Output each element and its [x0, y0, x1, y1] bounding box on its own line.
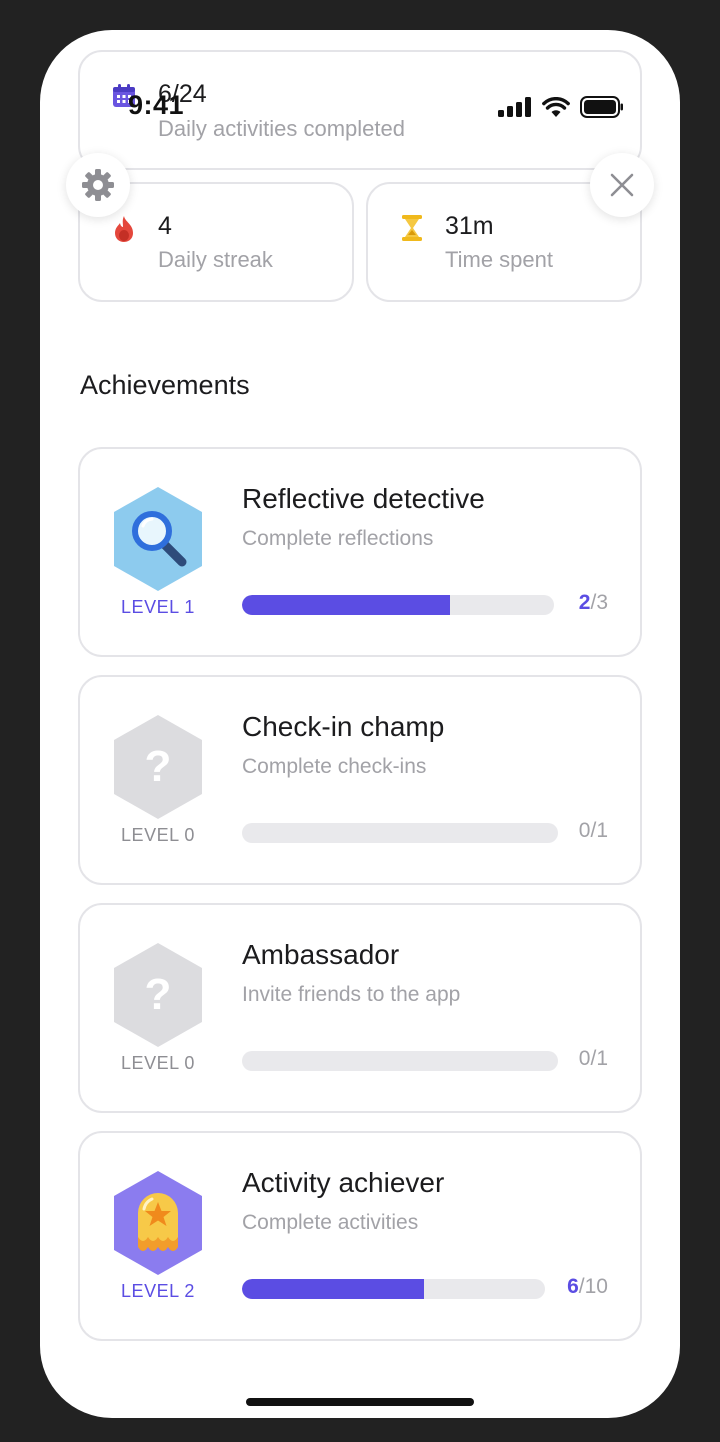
achievement-progress-fill	[242, 1279, 424, 1299]
hourglass-icon	[402, 215, 422, 241]
locked-badge-icon: ?	[114, 715, 202, 819]
settings-button[interactable]	[66, 153, 130, 217]
achievement-count-current: 0	[578, 1047, 591, 1070]
star-medal-badge-icon	[114, 1171, 202, 1275]
daily-activities-label: Daily activities completed	[158, 116, 405, 141]
daily-streak-value: 4	[158, 212, 172, 240]
achievement-progress-bar	[242, 1051, 558, 1071]
close-icon	[610, 173, 634, 197]
achievement-title: Check-in champ	[242, 711, 445, 742]
fire-icon	[115, 216, 133, 242]
battery-icon	[580, 96, 623, 118]
achievement-count-total: /1	[590, 1047, 608, 1070]
gear-icon	[82, 169, 114, 201]
wifi-icon	[542, 97, 570, 117]
achievement-subtitle: Invite friends to the app	[242, 983, 461, 1006]
achievement-progress-bar	[242, 1279, 545, 1299]
achievement-card[interactable]: LEVEL 1 Reflective detective Complete re…	[78, 447, 642, 657]
time-spent-label: Time spent	[445, 247, 554, 272]
close-button[interactable]	[590, 153, 654, 217]
achievement-count-current: 2	[578, 591, 591, 614]
cellular-signal-icon	[498, 97, 531, 117]
achievement-progress-bar	[242, 595, 554, 615]
achievement-level: LEVEL 1	[121, 597, 195, 617]
svg-text:?: ?	[145, 970, 172, 1019]
achievement-count-current: 0	[578, 819, 591, 842]
achievement-progress-bar	[242, 823, 558, 843]
achievement-title: Ambassador	[242, 939, 400, 970]
status-time: 9:41	[128, 90, 185, 120]
achievement-title: Reflective detective	[242, 483, 485, 514]
svg-text:?: ?	[145, 742, 172, 791]
achievements-heading: Achievements	[80, 370, 250, 400]
daily-streak-label: Daily streak	[158, 247, 273, 272]
achievement-title: Activity achiever	[242, 1167, 445, 1198]
time-spent-value: 31m	[445, 212, 494, 240]
status-icons	[498, 96, 624, 118]
achievement-level: LEVEL 2	[121, 1281, 195, 1301]
achievement-count: 0/1	[579, 819, 608, 843]
locked-badge-icon: ?	[114, 943, 202, 1047]
achievement-subtitle: Complete reflections	[242, 527, 434, 550]
achievement-level: LEVEL 0	[121, 1053, 195, 1073]
achievement-count-total: /1	[590, 819, 608, 842]
phone-screen: 6/24 Daily activities completed 9:41 4 D…	[40, 30, 680, 1418]
achievement-subtitle: Complete activities	[242, 1211, 419, 1234]
achievement-subtitle: Complete check-ins	[242, 755, 427, 778]
magnifier-badge-icon	[114, 487, 202, 591]
achievement-count-current: 6	[567, 1275, 579, 1298]
achievement-card[interactable]: ? LEVEL 0 Check-in champ Complete check-…	[78, 675, 642, 885]
achievement-card[interactable]: LEVEL 2 Activity achiever Complete activ…	[78, 1131, 642, 1341]
achievement-count-total: /3	[590, 591, 608, 614]
achievement-progress-fill	[242, 595, 451, 615]
achievement-count: 6/10	[567, 1275, 608, 1299]
achievement-level: LEVEL 0	[121, 825, 195, 845]
achievement-count: 0/1	[579, 1047, 608, 1071]
achievement-card[interactable]: ? LEVEL 0 Ambassador Invite friends to t…	[78, 903, 642, 1113]
home-indicator	[246, 1398, 474, 1406]
achievement-count: 2/3	[579, 591, 608, 615]
achievement-count-total: /10	[578, 1275, 608, 1298]
